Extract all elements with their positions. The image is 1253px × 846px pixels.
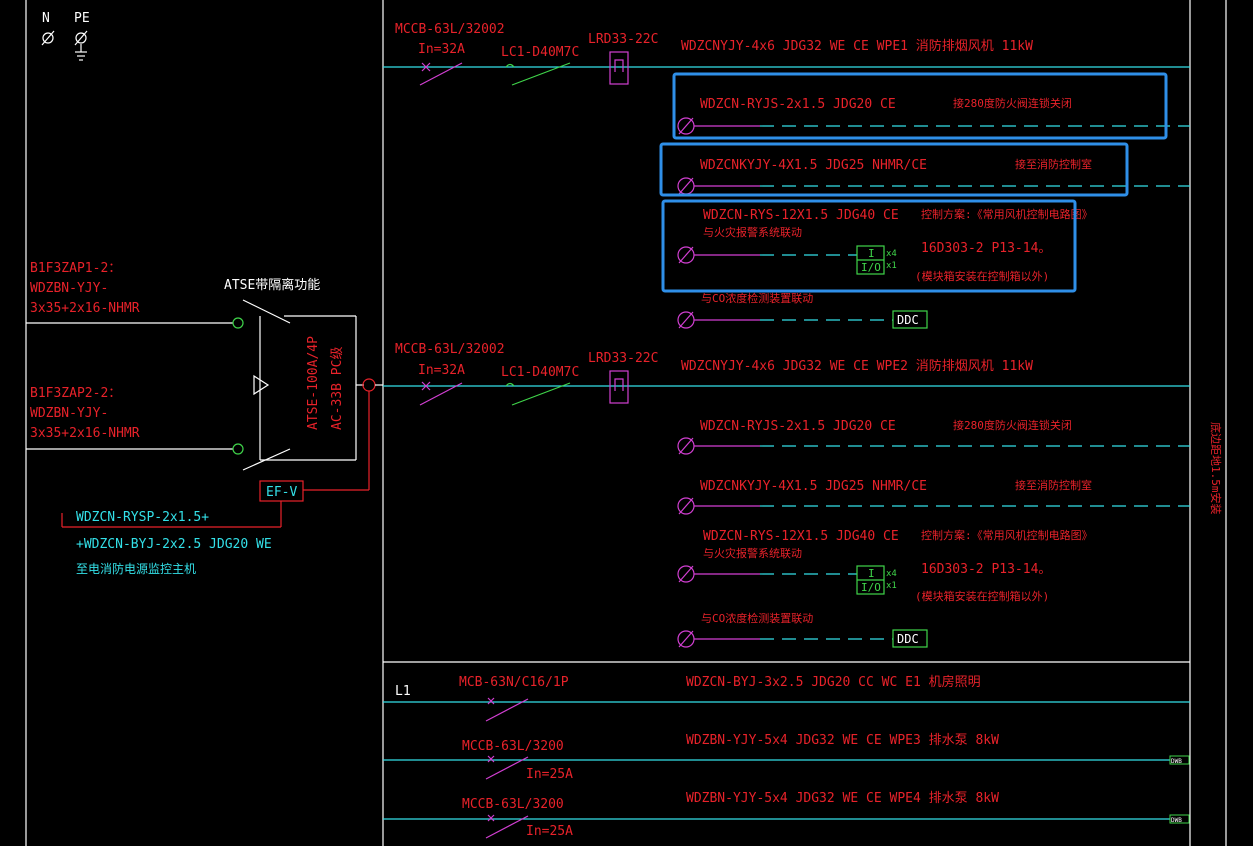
fan1-ctrl1-cable: WDZCN-RYJS-2x1.5 JDG20 CE (700, 97, 896, 112)
fan2-thermal-relay-icon (609, 370, 629, 404)
fan2-ddc-label: DDC (897, 632, 919, 646)
fan-circuit-2: MCCB-63L/32002 In=32A LC1-D40M7C LRD33-2… (383, 342, 1190, 648)
fan1-io-x4: x4 (886, 249, 897, 259)
pump2-cable: WDZBN-YJY-5x4 JDG32 WE CE WPE4 排水泵 8kW (686, 791, 999, 806)
fan2-in: In=32A (418, 363, 465, 378)
fan1-ctrl2-cable: WDZCNKYJY-4X1.5 JDG25 NHMR/CE (700, 158, 927, 173)
fan2-contactor: LC1-D40M7C (501, 365, 579, 380)
monitor-cable-line1: WDZCN-RYSP-2x1.5+ (76, 510, 209, 525)
atse-unit: ATSE带隔离功能 ATSE-100A/4P AC-33B PC级 (224, 277, 383, 461)
lighting-phase: L1 (395, 684, 411, 699)
fan2-ctrl3-link: 与火灾报警系统联动 (703, 546, 802, 560)
pump1-in: In=25A (526, 767, 573, 782)
fan1-io-bottom: I/O (861, 261, 881, 274)
fan1-contactor-icon (511, 62, 571, 86)
fan1-thermal-relay-icon (609, 51, 629, 85)
fan2-ctrl3-std: 16D303-2 P13-14。 (921, 562, 1051, 577)
fan1-ddc-label: DDC (897, 313, 919, 327)
fan2-io-x1: x1 (886, 581, 897, 591)
feeder2-spec: 3x35+2x16-NHMR (30, 426, 140, 441)
feeder2-cable: WDZBN-YJY- (30, 406, 108, 421)
fan2-io-bottom: I/O (861, 581, 881, 594)
fan1-ctrl2-desc: 接至消防控制室 (1015, 157, 1092, 171)
fan2-io-top: I (868, 567, 875, 580)
pump1-breaker: MCCB-63L/3200 (462, 739, 564, 754)
fan1-main-cable: WDZCNYJY-4x6 JDG32 WE CE WPE1 消防排烟风机 11k… (681, 38, 1033, 54)
pump1-tag: DWB (1171, 758, 1182, 765)
atse-direction-icon (253, 374, 270, 396)
feeder2-terminal-icon (232, 443, 244, 455)
fan1-co-desc: 与CO浓度检测装置联动 (701, 291, 813, 305)
fan1-io-top: I (868, 247, 875, 260)
fan1-io-x1: x1 (886, 261, 897, 271)
fan2-ctrl1-desc: 接280度防火阀连锁关闭 (953, 418, 1072, 432)
fan1-in: In=32A (418, 42, 465, 57)
fan1-ctrl3-scheme: 控制方案:《常用风机控制电路图》 (921, 207, 1093, 221)
fan1-mccb: MCCB-63L/32002 (395, 22, 505, 37)
monitor-cable-line2: +WDZCN-BYJ-2x2.5 JDG20 WE (76, 537, 272, 552)
schematic-drawing: N PE B1F3ZAP1-2： WDZBN-YJY- 3x35+2x16-NH… (25, 0, 1227, 846)
fan2-ctrl2-desc: 接至消防控制室 (1015, 478, 1092, 492)
incoming-feeder-2: B1F3ZAP2-2： WDZBN-YJY- 3x35+2x16-NHMR (26, 386, 291, 471)
atse-title: ATSE带隔离功能 (224, 277, 320, 293)
pump2-breaker: MCCB-63L/3200 (462, 797, 564, 812)
feeder1-cable: WDZBN-YJY- (30, 281, 108, 296)
fan2-co-desc: 与CO浓度检测装置联动 (701, 611, 813, 625)
fan2-ctrl1-cable: WDZCN-RYJS-2x1.5 JDG20 CE (700, 419, 896, 434)
fan2-io-x4: x4 (886, 569, 897, 579)
fan1-ctrl3-link: 与火灾报警系统联动 (703, 225, 802, 239)
fan-circuit-1: MCCB-63L/32002 In=32A LC1-D40M7C LRD33-2… (383, 22, 1190, 329)
n-label: N (42, 11, 50, 26)
pump2-in: In=25A (526, 824, 573, 839)
lighting-circuit: L1 MCB-63N/C16/1P WDZCN-BYJ-3x2.5 JDG20 … (383, 661, 1190, 722)
atse-output-node-icon (362, 378, 376, 392)
fan1-contactor: LC1-D40M7C (501, 45, 579, 60)
fan2-relay: LRD33-22C (588, 351, 658, 366)
fan1-ctrl3-note: (模块箱安装在控制箱以外) (915, 269, 1049, 283)
fan2-ctrl3-cable: WDZCN-RYS-12X1.5 JDG40 CE (703, 529, 899, 544)
side-note: 底边距地1.5m安装 (1209, 422, 1223, 515)
fan1-relay: LRD33-22C (588, 32, 658, 47)
atse-model: ATSE-100A/4P (306, 336, 321, 430)
pump2-tag: DWB (1171, 817, 1182, 824)
lighting-breaker: MCB-63N/C16/1P (459, 675, 569, 690)
fan2-ctrl3-note: (模块箱安装在控制箱以外) (915, 589, 1049, 603)
monitor-cable-target: 至电消防电源监控主机 (76, 561, 196, 576)
feeder1-spec: 3x35+2x16-NHMR (30, 301, 140, 316)
n-pe-legend: N PE (41, 11, 90, 61)
pump-circuit-1: MCCB-63L/3200 In=25A WDZBN-YJY-5x4 JDG32… (383, 733, 1190, 782)
atse-class: AC-33B PC级 (330, 347, 345, 430)
feeder1-terminal-icon (232, 317, 244, 329)
fan1-ctrl3-std: 16D303-2 P13-14。 (921, 241, 1051, 256)
fan2-ctrl2-cable: WDZCNKYJY-4X1.5 JDG25 NHMR/CE (700, 479, 927, 494)
fan1-ctrl1-desc: 接280度防火阀连锁关闭 (953, 96, 1072, 110)
pe-label: PE (74, 11, 90, 26)
pump1-cable: WDZBN-YJY-5x4 JDG32 WE CE WPE3 排水泵 8kW (686, 733, 999, 748)
incoming-feeder-1: B1F3ZAP1-2： WDZBN-YJY- 3x35+2x16-NHMR (26, 261, 291, 329)
fan2-mccb: MCCB-63L/32002 (395, 342, 505, 357)
feeder2-name: B1F3ZAP2-2： (30, 386, 121, 401)
fan2-main-cable: WDZCNYJY-4x6 JDG32 WE CE WPE2 消防排烟风机 11k… (681, 358, 1033, 374)
feeder1-name: B1F3ZAP1-2： (30, 261, 121, 276)
fan1-ctrl3-cable: WDZCN-RYS-12X1.5 JDG40 CE (703, 208, 899, 223)
efv-label: EF-V (266, 485, 297, 500)
lighting-cable: WDZCN-BYJ-3x2.5 JDG20 CC WC E1 机房照明 (686, 674, 981, 690)
fan2-ctrl3-scheme: 控制方案:《常用风机控制电路图》 (921, 528, 1093, 542)
pump-circuit-2: MCCB-63L/3200 In=25A WDZBN-YJY-5x4 JDG32… (383, 791, 1190, 839)
